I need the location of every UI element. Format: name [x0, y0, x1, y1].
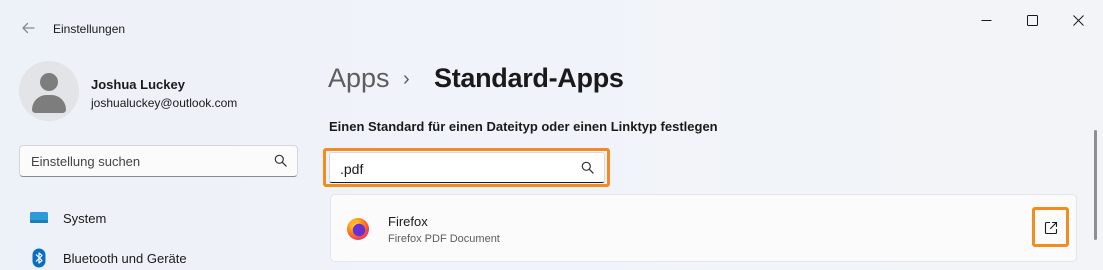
default-app-result[interactable]: Firefox Firefox PDF Document	[330, 194, 1077, 262]
avatar[interactable]	[19, 61, 79, 121]
sidebar-item-label: Bluetooth und Geräte	[63, 250, 187, 266]
close-button[interactable]	[1055, 4, 1101, 36]
bluetooth-icon	[28, 248, 50, 268]
search-icon	[274, 154, 287, 167]
sidebar-item-bluetooth[interactable]: Bluetooth und Geräte	[28, 244, 298, 270]
scrollbar[interactable]	[1094, 130, 1097, 240]
close-icon	[1072, 14, 1084, 26]
file-type-label: Firefox PDF Document	[388, 233, 500, 245]
user-name: Joshua Luckey	[91, 77, 185, 92]
breadcrumb-separator: ›	[403, 68, 410, 90]
firefox-icon	[347, 218, 369, 240]
window-title: Einstellungen	[53, 22, 126, 36]
maximize-icon	[1026, 14, 1038, 26]
app-name: Firefox	[388, 214, 428, 229]
settings-window: Einstellungen Joshua Luckey joshualuckey…	[0, 0, 1103, 270]
section-title: Einen Standard für einen Dateityp oder e…	[329, 119, 718, 134]
page-title: Standard-Apps	[434, 63, 624, 93]
minimize-icon	[981, 19, 991, 21]
search-highlight-box	[323, 148, 610, 187]
arrow-left-icon	[22, 22, 35, 34]
back-button[interactable]	[14, 16, 42, 40]
settings-search-placeholder: Einstellung suchen	[31, 154, 141, 169]
user-email: joshualuckey@outlook.com	[91, 96, 238, 110]
sidebar-item-system[interactable]: System	[28, 204, 298, 232]
settings-search-input[interactable]: Einstellung suchen	[19, 145, 298, 177]
maximize-button[interactable]	[1009, 4, 1055, 36]
title-bar: Einstellungen	[0, 0, 1103, 48]
minimize-button[interactable]	[963, 4, 1009, 36]
monitor-icon	[28, 208, 50, 228]
breadcrumb-parent[interactable]: Apps	[328, 63, 390, 94]
sidebar-item-label: System	[63, 210, 107, 226]
open-button-highlight-box	[1032, 207, 1069, 247]
